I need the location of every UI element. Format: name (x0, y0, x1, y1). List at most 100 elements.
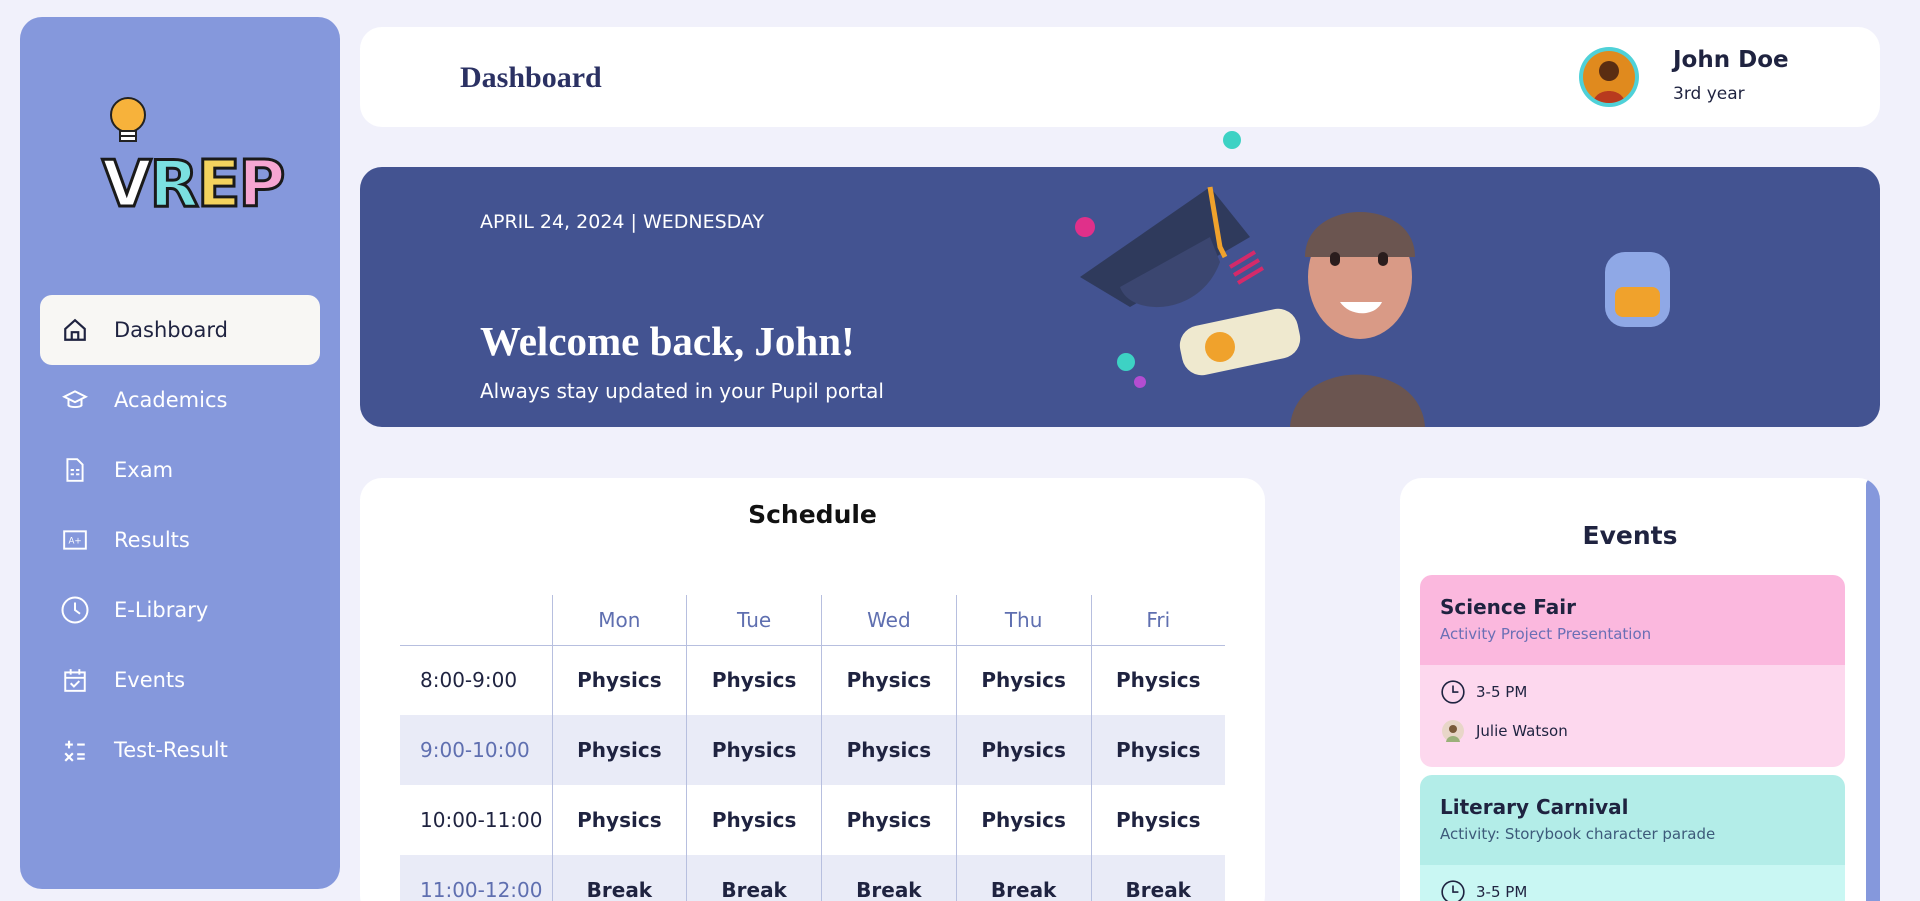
host-avatar (1440, 718, 1466, 744)
sidebar-item-label: Dashboard (114, 318, 228, 342)
schedule-cell: Break (955, 855, 1091, 901)
event-description: Activity: Storybook character parade (1440, 825, 1716, 843)
page-title: Dashboard (460, 61, 602, 94)
sidebar: VREP Dashboard Academics Exam A+ Results… (20, 17, 340, 889)
sidebar-item-academics[interactable]: Academics (40, 365, 320, 435)
event-card-literary-carnival[interactable]: Literary Carnival Activity: Storybook ch… (1420, 775, 1845, 901)
clock-icon (1440, 679, 1466, 705)
schedule-cell: Physics (821, 785, 957, 855)
schedule-cell: Physics (551, 715, 687, 785)
home-icon (60, 315, 90, 345)
event-card-header: Science Fair Activity Project Presentati… (1420, 575, 1845, 665)
table-row: 9:00-10:00 Physics Physics Physics Physi… (400, 715, 1225, 785)
schedule-cell: Break (686, 855, 822, 901)
banner-date: APRIL 24, 2024 | WEDNESDAY (480, 211, 765, 233)
schedule-cell: Physics (1090, 715, 1225, 785)
event-name: Science Fair (1440, 595, 1577, 619)
banner-subtitle: Always stay updated in your Pupil portal (480, 379, 884, 403)
top-header: Dashboard John Doe 3rd year (360, 27, 1880, 127)
graduation-cap-icon (60, 385, 90, 415)
schedule-cell: Physics (821, 645, 957, 715)
diploma-icon (1179, 308, 1301, 376)
event-description: Activity Project Presentation (1440, 625, 1652, 643)
time-slot: 8:00-9:00 (420, 668, 518, 693)
day-header: Tue (686, 595, 822, 646)
graduation-cap-icon (1080, 186, 1250, 308)
calculator-icon (60, 735, 90, 765)
calendar-check-icon (60, 665, 90, 695)
sidebar-item-label: Events (114, 668, 186, 692)
schedule-cell: Physics (686, 645, 822, 715)
welcome-banner: APRIL 24, 2024 | WEDNESDAY Welcome back,… (360, 167, 1880, 427)
sidebar-nav: Dashboard Academics Exam A+ Results E-Li… (40, 295, 320, 785)
event-time: 3-5 PM (1476, 883, 1528, 901)
user-year: 3rd year (1673, 84, 1745, 104)
day-header: Fri (1090, 595, 1225, 646)
events-panel: Events Science Fair Activity Project Pre… (1400, 478, 1880, 901)
time-slot: 11:00-12:00 (400, 855, 552, 901)
table-row: 11:00-12:00 Break Break Break Break Brea… (400, 855, 1225, 901)
event-time-row: 3-5 PM (1440, 677, 1825, 707)
day-header: Thu (955, 595, 1091, 646)
sidebar-item-test-result[interactable]: Test-Result (40, 715, 320, 785)
time-slot: 9:00-10:00 (400, 715, 552, 785)
events-scrollbar[interactable] (1866, 478, 1880, 901)
teal-ball-icon (1117, 353, 1135, 371)
sidebar-item-label: Academics (114, 388, 228, 412)
sidebar-item-results[interactable]: A+ Results (40, 505, 320, 575)
event-card-science-fair[interactable]: Science Fair Activity Project Presentati… (1420, 575, 1845, 767)
events-title: Events (1582, 521, 1678, 550)
banner-welcome: Welcome back, John! (480, 318, 855, 364)
event-time: 3-5 PM (1476, 683, 1528, 701)
sidebar-item-events[interactable]: Events (40, 645, 320, 715)
schedule-title: Schedule (748, 500, 877, 529)
event-card-header: Literary Carnival Activity: Storybook ch… (1420, 775, 1845, 865)
schedule-cell: Physics (1090, 785, 1225, 855)
table-row: 8:00-9:00 Physics Physics Physics Physic… (400, 645, 1225, 715)
schedule-panel: Schedule Mon Tue Wed Thu Fri 8:00-9:00 P… (360, 478, 1265, 901)
sidebar-item-dashboard[interactable]: Dashboard (40, 295, 320, 365)
event-host: Julie Watson (1476, 722, 1568, 740)
clock-icon (60, 595, 90, 625)
sidebar-item-elibrary[interactable]: E-Library (40, 575, 320, 645)
avatar[interactable] (1579, 47, 1639, 107)
document-icon (60, 455, 90, 485)
student-character-icon (1290, 212, 1425, 427)
vrep-logo[interactable]: VREP (82, 95, 287, 235)
schedule-cell: Break (551, 855, 687, 901)
time-slot: 10:00-11:00 (420, 808, 543, 832)
schedule-cell: Physics (551, 645, 687, 715)
schedule-cell: Physics (686, 715, 822, 785)
day-header: Wed (821, 595, 957, 646)
schedule-cell: Physics (955, 715, 1091, 785)
schedule-cell: Break (1090, 855, 1225, 901)
sidebar-item-label: E-Library (114, 598, 209, 622)
schedule-cell: Physics (686, 785, 822, 855)
event-time-row: 3-5 PM (1440, 877, 1825, 901)
lightbulb-icon (110, 97, 146, 142)
event-card-body: 3-5 PM (1420, 865, 1845, 901)
schedule-cell: Physics (1090, 645, 1225, 715)
sidebar-item-label: Test-Result (114, 738, 228, 762)
sidebar-item-exam[interactable]: Exam (40, 435, 320, 505)
event-name: Literary Carnival (1440, 795, 1629, 819)
logo-text: VREP (101, 148, 287, 222)
schedule-table: Mon Tue Wed Thu Fri 8:00-9:00 Physics Ph… (400, 595, 1225, 901)
user-name: John Doe (1673, 47, 1789, 73)
schedule-cell: Physics (955, 645, 1091, 715)
sidebar-item-label: Results (114, 528, 190, 552)
banner-illustration (1075, 186, 1670, 427)
pink-ball-icon (1075, 217, 1095, 237)
schedule-cell: Physics (955, 785, 1091, 855)
schedule-cell: Physics (551, 785, 687, 855)
schedule-cell: Physics (821, 715, 957, 785)
avatar-image (1583, 51, 1635, 103)
backpack-icon (1605, 252, 1670, 327)
table-row: 10:00-11:00 Physics Physics Physics Phys… (400, 785, 1225, 855)
event-host-row: Julie Watson (1440, 716, 1825, 746)
schedule-corner-header (400, 595, 552, 646)
decorative-dot (1223, 131, 1241, 149)
svg-text:A+: A+ (69, 536, 82, 546)
clock-icon (1440, 879, 1466, 901)
event-card-body: 3-5 PM Julie Watson (1420, 665, 1845, 767)
